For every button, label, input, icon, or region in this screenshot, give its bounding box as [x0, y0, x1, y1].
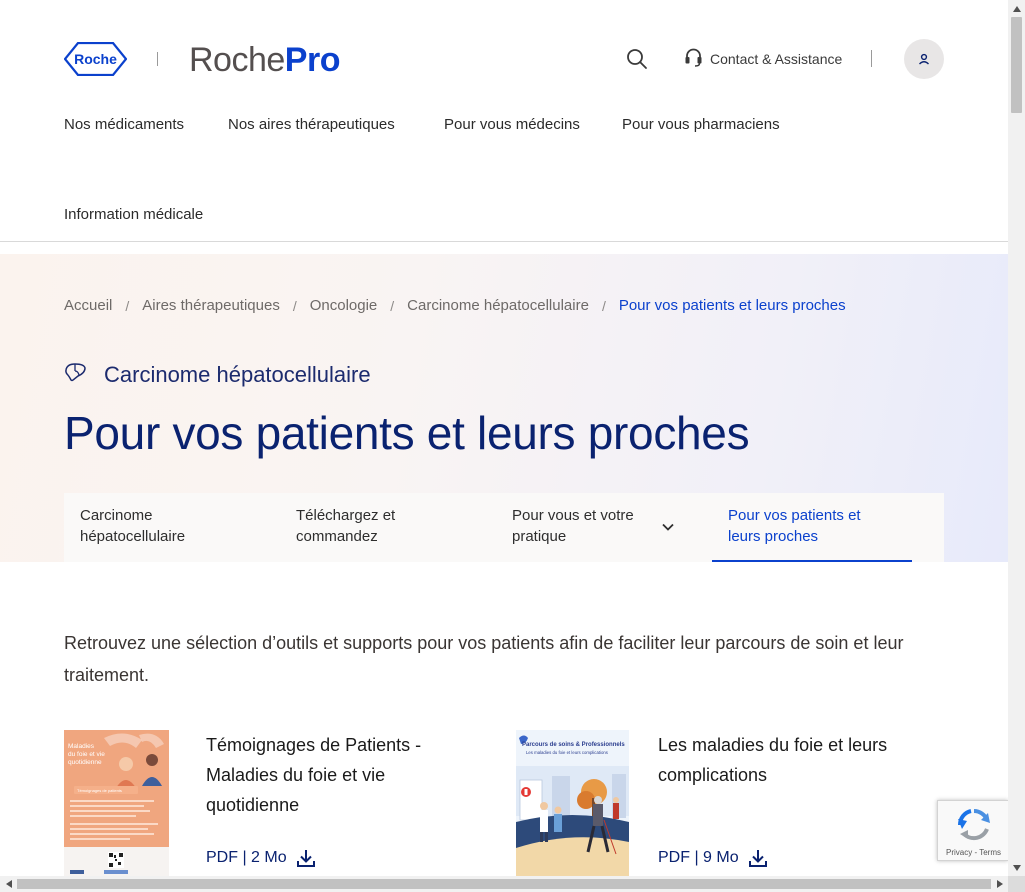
horizontal-scrollbar[interactable] [0, 876, 1008, 892]
breadcrumb-carcinome[interactable]: Carcinome hépatocellulaire [407, 297, 589, 314]
tab-telechargez[interactable]: Téléchargez et commandez [296, 493, 486, 562]
tab-label-line: Pour vos patients et [728, 507, 861, 524]
scroll-left-arrow-icon[interactable] [0, 876, 17, 892]
headset-icon [684, 47, 703, 72]
nav-aires-therapeutiques[interactable]: Nos aires thérapeutiques [228, 116, 395, 133]
liver-icon [64, 361, 87, 389]
page-viewport: Roche RochePro Contact & Assistance Nos … [0, 0, 1008, 876]
nav-pharmaciens[interactable]: Pour vous pharmaciens [622, 116, 780, 133]
tab-carcinome[interactable]: Carcinome hépatocellulaire [80, 493, 270, 562]
recaptcha-legal[interactable]: Privacy - Terms [938, 848, 1008, 857]
thumb-1-heading: quotidienne [68, 759, 102, 766]
thumb-1-badge: Témoignages de patients [77, 788, 122, 793]
thumb-2-heading: Parcours de soins & Professionnels [522, 742, 625, 748]
breadcrumb-separator: / [601, 297, 606, 314]
recaptcha-badge[interactable]: Privacy - Terms [937, 800, 1008, 861]
download-icon [748, 850, 767, 867]
vertical-scroll-thumb[interactable] [1011, 17, 1022, 113]
tab-label-line: hépatocellulaire [80, 528, 186, 545]
breadcrumb-current: Pour vos patients et leurs proches [618, 297, 846, 314]
breadcrumb-accueil[interactable]: Accueil [64, 297, 112, 314]
card-title-line: Les maladies du foie et leurs [658, 735, 888, 755]
therapeutic-area-label: Carcinome hépatocellulaire [104, 362, 371, 387]
contact-label: Contact & Assistance [710, 51, 843, 67]
nav-information-medicale[interactable]: Information médicale [64, 206, 203, 223]
thumb-1-heading: du foie et vie [68, 751, 105, 758]
horizontal-scroll-thumb[interactable] [17, 879, 991, 889]
scroll-down-arrow-icon[interactable] [1008, 859, 1025, 876]
logo-divider [157, 52, 158, 66]
active-tab-indicator [712, 560, 912, 562]
card-2-thumbnail[interactable]: Parcours de soins & Professionnels Les m… [516, 730, 629, 876]
user-icon [919, 53, 929, 65]
roche-logo-text: Roche [74, 51, 117, 67]
thumb-1-heading: Maladies [68, 743, 95, 750]
intro-text: Retrouvez une sélection d’outils et supp… [64, 633, 904, 685]
scroll-up-arrow-icon[interactable] [1008, 0, 1025, 17]
breadcrumb-oncologie[interactable]: Oncologie [310, 297, 378, 314]
chevron-down-icon[interactable] [660, 519, 676, 535]
brand-thin: Roche [189, 41, 285, 79]
therapeutic-area: Carcinome hépatocellulaire [64, 361, 371, 389]
card-1-download-link[interactable]: PDF | 2 Mo [206, 848, 316, 868]
thumb-2-subheading: Les maladies du foie et leurs complicati… [526, 750, 608, 755]
card-1-thumbnail[interactable]: Maladies du foie et vie quotidienne Témo… [64, 730, 169, 876]
card-title-line: complications [658, 765, 768, 785]
account-button[interactable] [904, 39, 944, 79]
tab-label-line: Téléchargez et [296, 507, 396, 524]
file-info: PDF | 9 Mo [658, 849, 739, 866]
card-title-line: quotidienne [206, 795, 300, 815]
breadcrumb: Accueil / Aires thérapeutiques / Oncolog… [64, 297, 846, 314]
rochepro-brand[interactable]: RochePro [189, 40, 340, 80]
file-info: PDF | 2 Mo [206, 849, 287, 866]
header-divider [871, 50, 872, 67]
nav-medecins[interactable]: Pour vous médecins [444, 116, 580, 133]
recaptcha-icon [958, 809, 990, 841]
nav-nos-medicaments[interactable]: Nos médicaments [64, 116, 184, 133]
vertical-scrollbar[interactable] [1008, 0, 1025, 876]
contact-assistance-link[interactable]: Contact & Assistance [684, 48, 842, 70]
scroll-right-arrow-icon[interactable] [991, 876, 1008, 892]
card-title-line: Témoignages de Patients - [206, 735, 422, 755]
scrollbar-corner [1008, 876, 1025, 892]
section-tabs: Carcinome hépatocellulaire Téléchargez e… [64, 493, 944, 562]
breadcrumb-aires-therapeutiques[interactable]: Aires thérapeutiques [142, 297, 280, 314]
tab-label-line: Carcinome [80, 507, 153, 524]
roche-logo[interactable]: Roche [64, 42, 127, 76]
card-1-title[interactable]: Témoignages de Patients - Maladies du fo… [206, 730, 421, 820]
brand-bold: Pro [284, 41, 341, 79]
breadcrumb-separator: / [390, 297, 395, 314]
download-icon [296, 850, 315, 867]
breadcrumb-separator: / [292, 297, 297, 314]
card-2-title[interactable]: Les maladies du foie et leurs complicati… [658, 730, 887, 790]
search-icon[interactable] [624, 46, 650, 72]
tab-label-line: commandez [296, 528, 378, 545]
tab-patients-proches[interactable]: Pour vos patients et leurs proches [728, 493, 918, 562]
site-header: Roche RochePro Contact & Assistance Nos … [0, 0, 1008, 242]
card-2-download-link[interactable]: PDF | 9 Mo [658, 848, 768, 868]
card-title-line: Maladies du foie et vie [206, 765, 386, 785]
tab-label-line: leurs proches [728, 528, 819, 545]
page-title: Pour vos patients et leurs proches [64, 407, 750, 459]
breadcrumb-separator: / [125, 297, 130, 314]
